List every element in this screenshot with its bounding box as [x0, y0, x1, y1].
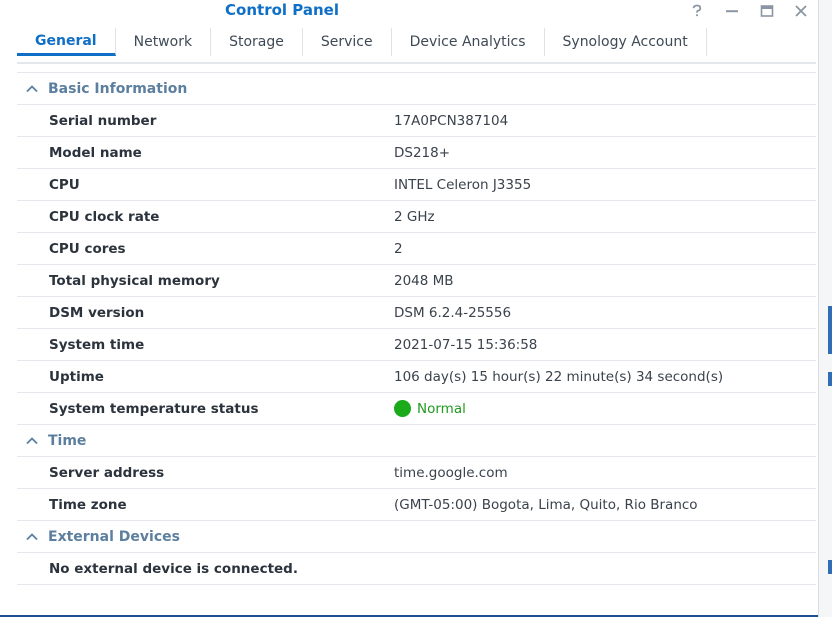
tab-storage[interactable]: Storage	[211, 28, 303, 56]
info-row-cpu: CPU INTEL Celeron J3355	[17, 169, 816, 201]
info-row-uptime: Uptime 106 day(s) 15 hour(s) 22 minute(s…	[17, 361, 816, 393]
background-window-edge	[818, 0, 832, 617]
chevron-up-icon	[26, 435, 38, 447]
general-content: Basic Information Serial number 17A0PCN3…	[17, 72, 816, 585]
info-row-cpu-clock-rate: CPU clock rate 2 GHz	[17, 201, 816, 233]
info-label: Serial number	[49, 112, 157, 129]
maximize-icon	[760, 5, 774, 17]
info-value: time.google.com	[394, 464, 508, 481]
section-header-basic-information[interactable]: Basic Information	[17, 73, 816, 105]
info-label: System temperature status	[49, 400, 259, 417]
maximize-button[interactable]	[757, 1, 777, 21]
info-label: CPU clock rate	[49, 208, 160, 225]
section-title: External Devices	[48, 528, 180, 545]
info-label: Total physical memory	[49, 272, 220, 289]
tab-divider	[17, 62, 816, 64]
info-row-system-temperature-status: System temperature status Normal	[17, 393, 816, 425]
info-value: 2048 MB	[394, 272, 454, 289]
chevron-up-icon	[26, 531, 38, 543]
close-icon	[795, 5, 807, 17]
temperature-status-text: Normal	[417, 400, 466, 417]
info-row-server-address: Server address time.google.com	[17, 457, 816, 489]
info-value: 2	[394, 240, 403, 257]
info-value: DSM 6.2.4-25556	[394, 304, 512, 321]
external-devices-note-row: No external device is connected.	[17, 553, 816, 585]
minimize-button[interactable]	[722, 1, 742, 21]
control-panel-window: Control Panel General Network Storage Se…	[0, 0, 818, 617]
tab-general[interactable]: General	[17, 28, 116, 56]
info-value: 2 GHz	[394, 208, 435, 225]
info-row-system-time: System time 2021-07-15 15:36:58	[17, 329, 816, 361]
info-value: (GMT-05:00) Bogota, Lima, Quito, Rio Bra…	[394, 496, 698, 513]
info-row-serial-number: Serial number 17A0PCN387104	[17, 105, 816, 137]
info-label: CPU	[49, 176, 80, 193]
info-value: 2021-07-15 15:36:58	[394, 336, 538, 353]
info-label: Server address	[49, 464, 165, 481]
tab-bar: General Network Storage Service Device A…	[17, 28, 707, 58]
section-header-external-devices[interactable]: External Devices	[17, 521, 816, 553]
info-value: INTEL Celeron J3355	[394, 176, 532, 193]
info-row-total-physical-memory: Total physical memory 2048 MB	[17, 265, 816, 297]
info-row-model-name: Model name DS218+	[17, 137, 816, 169]
help-button[interactable]	[687, 1, 707, 21]
chevron-up-icon	[26, 83, 38, 95]
section-title: Time	[48, 432, 87, 449]
status-dot-icon	[394, 400, 411, 417]
info-row-dsm-version: DSM version DSM 6.2.4-25556	[17, 297, 816, 329]
minimize-icon	[726, 10, 738, 13]
tab-network[interactable]: Network	[116, 28, 212, 56]
info-label: Time zone	[49, 496, 127, 513]
info-value: Normal	[394, 400, 466, 417]
info-label: Uptime	[49, 368, 104, 385]
section-title: Basic Information	[48, 80, 188, 97]
info-label: DSM version	[49, 304, 145, 321]
info-label: CPU cores	[49, 240, 126, 257]
background-highlight	[828, 372, 832, 386]
info-value: DS218+	[394, 144, 451, 161]
window-title: Control Panel	[225, 1, 339, 19]
title-bar[interactable]: Control Panel	[0, 0, 818, 22]
section-header-time[interactable]: Time	[17, 425, 816, 457]
tab-synology-account[interactable]: Synology Account	[545, 28, 707, 56]
background-highlight	[828, 560, 832, 574]
info-value: 17A0PCN387104	[394, 112, 509, 129]
info-row-cpu-cores: CPU cores 2	[17, 233, 816, 265]
tab-service[interactable]: Service	[303, 28, 392, 56]
background-highlight	[828, 306, 832, 354]
close-button[interactable]	[791, 1, 811, 21]
info-label: Model name	[49, 144, 142, 161]
info-value: 106 day(s) 15 hour(s) 22 minute(s) 34 se…	[394, 368, 724, 385]
info-label: System time	[49, 336, 145, 353]
help-icon	[692, 4, 702, 17]
info-row-time-zone: Time zone (GMT-05:00) Bogota, Lima, Quit…	[17, 489, 816, 521]
tab-device-analytics[interactable]: Device Analytics	[392, 28, 545, 56]
external-devices-note: No external device is connected.	[49, 560, 298, 577]
